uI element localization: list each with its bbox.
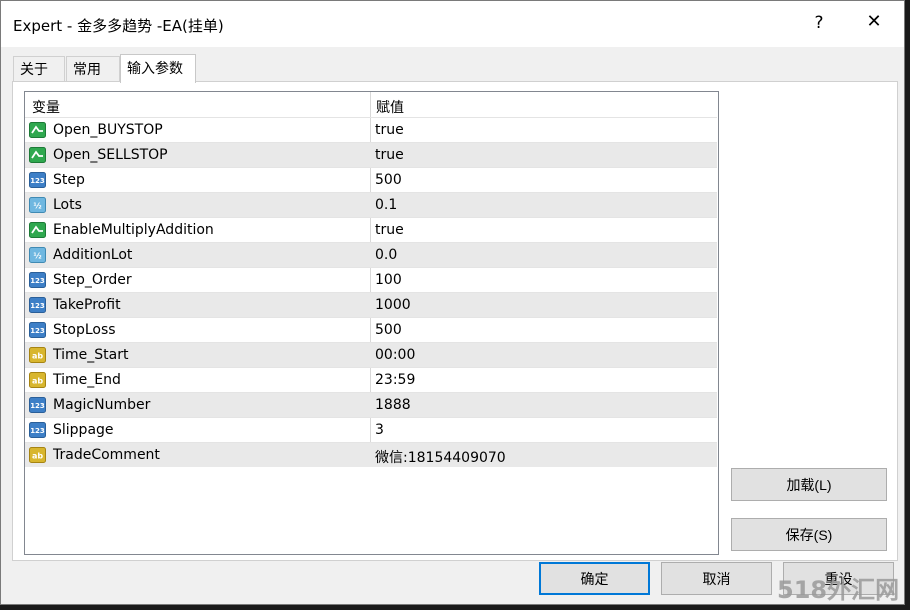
table-header: 变量 赋值 <box>25 92 718 117</box>
param-name: Time_Start <box>53 347 129 363</box>
param-name: Open_BUYSTOP <box>53 122 163 138</box>
header-value[interactable]: 赋值 <box>376 97 404 117</box>
parameters-table[interactable]: 变量 赋值 Open_BUYSTOP true Open_SELLSTOP true 1… <box>24 91 719 555</box>
integer-param-icon: 123 <box>29 322 46 338</box>
param-name: MagicNumber <box>53 397 151 413</box>
double-param-icon: ½ <box>29 197 46 213</box>
tab-common[interactable]: 常用 <box>66 56 120 82</box>
param-name: AdditionLot <box>53 247 133 263</box>
table-row[interactable]: Open_BUYSTOP true <box>25 117 717 142</box>
window-title: Expert - 金多多趋势 -EA(挂单) <box>13 17 224 35</box>
svg-text:ab: ab <box>32 377 43 386</box>
table-row[interactable]: 123 StopLoss 500 <box>25 317 717 342</box>
help-button[interactable]: ? <box>809 13 829 33</box>
table-row[interactable]: 123 Step_Order 100 <box>25 267 717 292</box>
svg-text:123: 123 <box>30 177 45 185</box>
cancel-button[interactable]: 取消 <box>661 562 772 595</box>
param-value[interactable]: 0.0 <box>375 247 397 263</box>
param-value[interactable]: true <box>375 122 404 138</box>
bool-param-icon <box>29 122 46 138</box>
watermark: 518外汇网 <box>777 576 900 604</box>
svg-text:123: 123 <box>30 302 45 310</box>
string-param-icon: ab <box>29 372 46 388</box>
param-name: Open_SELLSTOP <box>53 147 168 163</box>
string-param-icon: ab <box>29 347 46 363</box>
param-value[interactable]: 1888 <box>375 397 411 413</box>
svg-text:ab: ab <box>32 352 43 361</box>
table-row[interactable]: 123 Step 500 <box>25 167 717 192</box>
param-value[interactable]: 1000 <box>375 297 411 313</box>
header-variable[interactable]: 变量 <box>32 97 60 117</box>
param-value[interactable]: 0.1 <box>375 197 397 213</box>
table-row[interactable]: 123 MagicNumber 1888 <box>25 392 717 417</box>
param-value[interactable]: 微信:18154409070 <box>375 447 506 467</box>
bool-param-icon <box>29 147 46 163</box>
svg-text:123: 123 <box>30 277 45 285</box>
load-button[interactable]: 加载(L) <box>731 468 887 501</box>
param-value[interactable]: true <box>375 147 404 163</box>
table-row[interactable]: ab Time_Start 00:00 <box>25 342 717 367</box>
tab-inputs[interactable]: 输入参数 <box>120 54 196 83</box>
table-row[interactable]: ab Time_End 23:59 <box>25 367 717 392</box>
table-row[interactable]: 123 TakeProfit 1000 <box>25 292 717 317</box>
tab-inputs-label: 输入参数 <box>127 61 183 77</box>
table-row[interactable]: ½ Lots 0.1 <box>25 192 717 217</box>
param-name: EnableMultiplyAddition <box>53 222 214 238</box>
tab-about[interactable]: 关于 <box>13 56 65 82</box>
table-row[interactable]: EnableMultiplyAddition true <box>25 217 717 242</box>
close-button[interactable]: ✕ <box>863 11 885 32</box>
param-name: Step <box>53 172 85 188</box>
string-param-icon: ab <box>29 447 46 463</box>
expert-dialog: Expert - 金多多趋势 -EA(挂单) ? ✕ 关于 常用 输入参数 变量… <box>0 0 905 605</box>
param-value[interactable]: true <box>375 222 404 238</box>
param-value[interactable]: 500 <box>375 322 402 338</box>
param-name: TakeProfit <box>53 297 121 313</box>
double-param-icon: ½ <box>29 247 46 263</box>
param-value[interactable]: 23:59 <box>375 372 415 388</box>
integer-param-icon: 123 <box>29 297 46 313</box>
param-name: Slippage <box>53 422 114 438</box>
param-value[interactable]: 500 <box>375 172 402 188</box>
integer-param-icon: 123 <box>29 272 46 288</box>
svg-text:½: ½ <box>33 201 41 211</box>
integer-param-icon: 123 <box>29 397 46 413</box>
svg-text:123: 123 <box>30 427 45 435</box>
param-value[interactable]: 3 <box>375 422 384 438</box>
tab-common-label: 常用 <box>73 62 101 78</box>
tab-about-label: 关于 <box>20 62 48 78</box>
integer-param-icon: 123 <box>29 422 46 438</box>
svg-text:123: 123 <box>30 402 45 410</box>
svg-text:123: 123 <box>30 327 45 335</box>
param-name: Time_End <box>53 372 121 388</box>
table-row[interactable]: 123 Slippage 3 <box>25 417 717 442</box>
svg-text:ab: ab <box>32 452 43 461</box>
integer-param-icon: 123 <box>29 172 46 188</box>
param-name: Step_Order <box>53 272 132 288</box>
table-row[interactable]: Open_SELLSTOP true <box>25 142 717 167</box>
param-value[interactable]: 100 <box>375 272 402 288</box>
param-name: Lots <box>53 197 82 213</box>
param-name: StopLoss <box>53 322 116 338</box>
table-row[interactable]: ½ AdditionLot 0.0 <box>25 242 717 267</box>
svg-text:½: ½ <box>33 251 41 261</box>
ok-button[interactable]: 确定 <box>539 562 650 595</box>
param-name: TradeComment <box>53 447 160 463</box>
table-row[interactable]: ab TradeComment 微信:18154409070 <box>25 442 717 467</box>
save-button[interactable]: 保存(S) <box>731 518 887 551</box>
title-bar: Expert - 金多多趋势 -EA(挂单) ? ✕ <box>1 1 904 47</box>
bool-param-icon <box>29 222 46 238</box>
param-value[interactable]: 00:00 <box>375 347 415 363</box>
